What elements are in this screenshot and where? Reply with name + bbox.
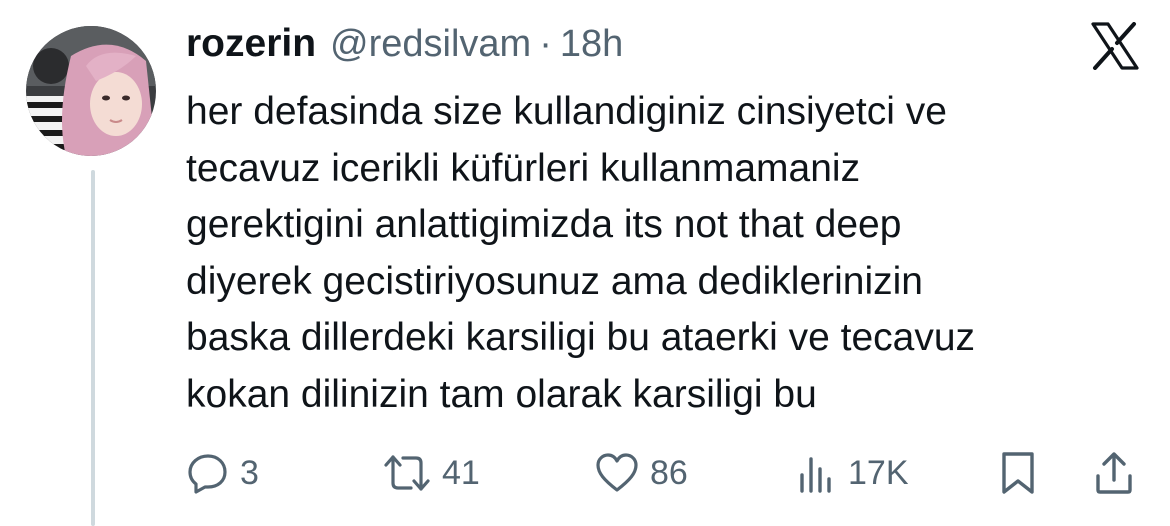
tweet-line: tecavuz icerikli küfürleri kullanmamaniz bbox=[186, 146, 861, 190]
tweet-line: her defasinda size kullandiginiz cinsiye… bbox=[186, 90, 947, 133]
tweet-line: baska dillerdeki karsiligi bu ataerki ve… bbox=[186, 316, 976, 359]
thread-line bbox=[91, 170, 95, 526]
bookmark-icon bbox=[998, 450, 1038, 496]
action-bar: 3 41 86 17K bbox=[186, 445, 1146, 501]
repost-icon bbox=[382, 451, 432, 495]
tweet-text: her defasinda size kullandiginiz cinsiye… bbox=[186, 84, 1146, 423]
repost-button[interactable]: 41 bbox=[382, 445, 480, 501]
reply-icon bbox=[186, 451, 230, 495]
heart-icon bbox=[594, 451, 640, 495]
tweet-header: rozerin @redsilvam · 18h bbox=[186, 22, 623, 70]
views-button[interactable]: 17K bbox=[794, 445, 909, 501]
timestamp[interactable]: 18h bbox=[560, 23, 623, 66]
share-icon bbox=[1092, 450, 1136, 496]
views-count: 17K bbox=[848, 453, 909, 492]
repost-count: 41 bbox=[442, 453, 480, 492]
tweet-line: kokan dilinizin tam olarak karsiligi bu bbox=[186, 372, 817, 416]
bookmark-button[interactable] bbox=[998, 445, 1038, 501]
like-count: 86 bbox=[650, 453, 688, 492]
avatar[interactable] bbox=[26, 26, 156, 156]
views-icon bbox=[794, 451, 838, 495]
tweet-line: gerektigini anlattigimizda its not that … bbox=[186, 203, 902, 246]
avatar-image bbox=[26, 26, 156, 156]
reply-count: 3 bbox=[240, 453, 259, 492]
x-logo-icon bbox=[1090, 22, 1140, 70]
share-button[interactable] bbox=[1092, 445, 1136, 501]
author-name[interactable]: rozerin bbox=[186, 22, 316, 66]
reply-button[interactable]: 3 bbox=[186, 445, 259, 501]
like-button[interactable]: 86 bbox=[594, 445, 688, 501]
tweet-line: diyerek gecistiriyosunuz ama dediklerini… bbox=[186, 259, 924, 303]
author-handle[interactable]: @redsilvam bbox=[330, 23, 531, 66]
separator-dot: · bbox=[539, 23, 552, 65]
